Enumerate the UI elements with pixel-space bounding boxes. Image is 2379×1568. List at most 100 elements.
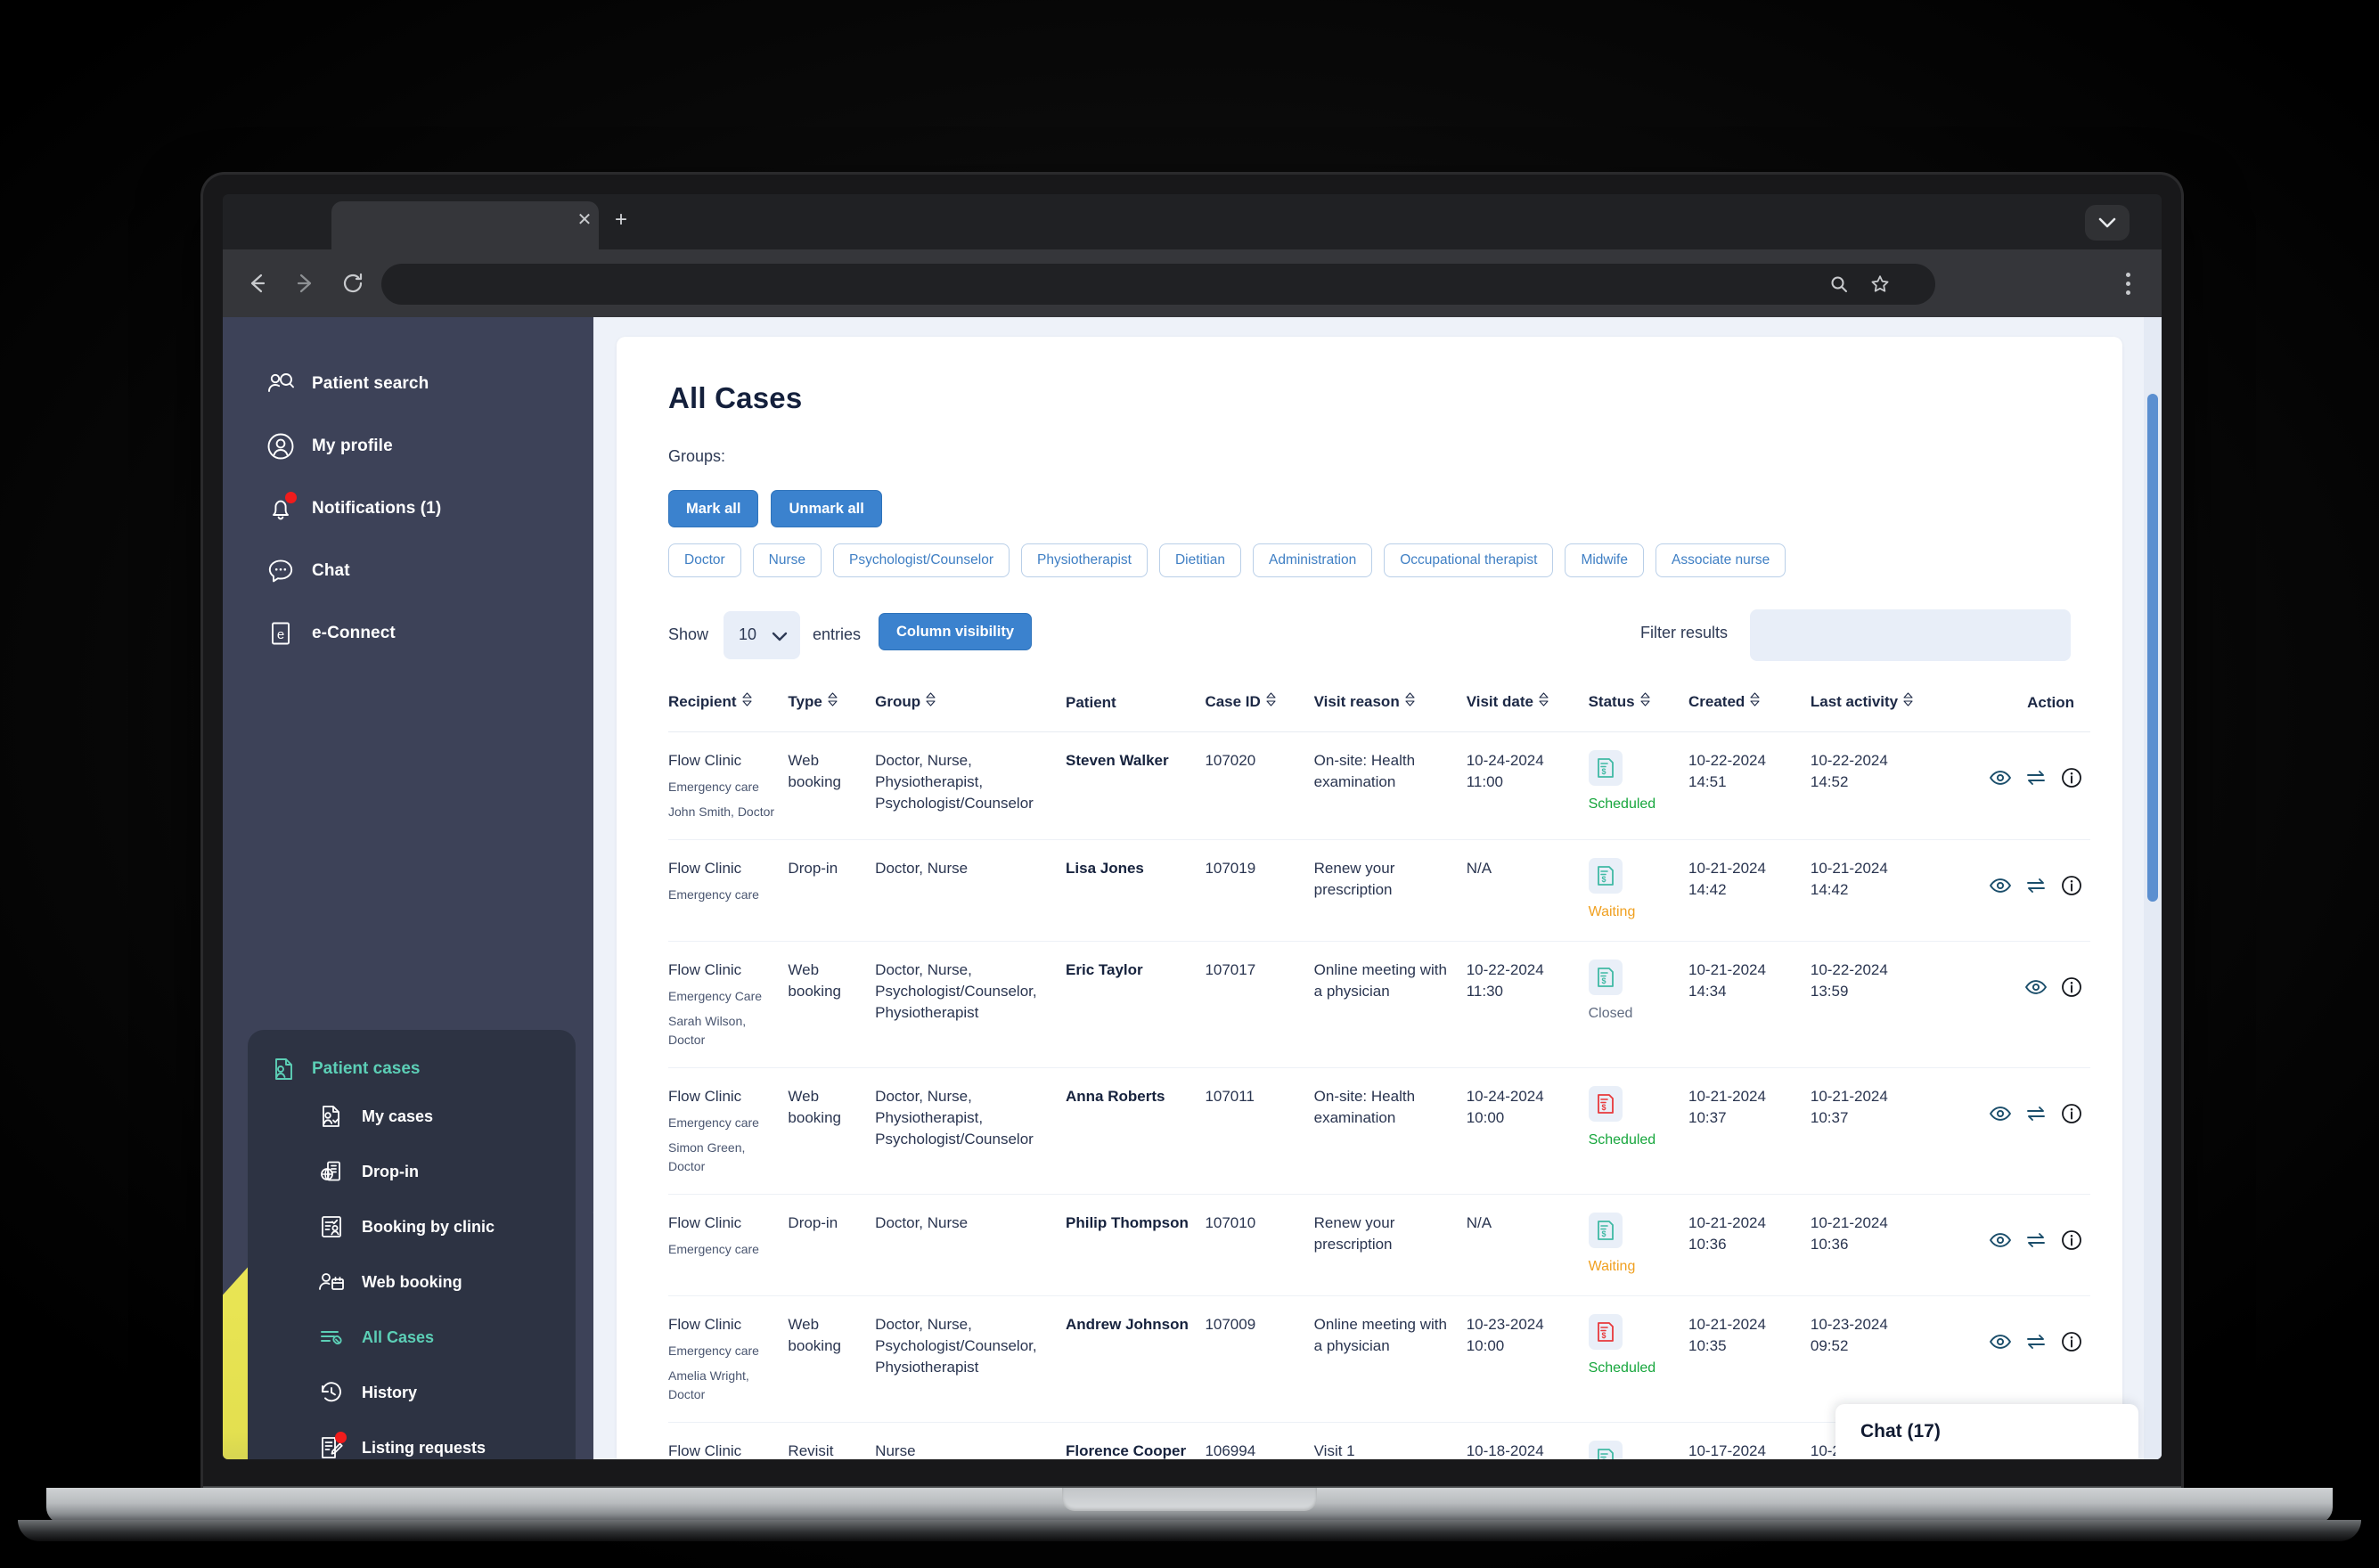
group-tag-administration[interactable]: Administration [1252,543,1373,577]
sidebar-item-web-booking[interactable]: Web booking [248,1254,576,1310]
column-header-group[interactable]: Group [875,691,1066,732]
column-header-visit-date[interactable]: Visit date [1467,691,1589,732]
sidebar-item-e-connect[interactable]: e e-Connect [223,602,593,665]
group-tag-physiotherapist[interactable]: Physiotherapist [1021,543,1148,577]
table-row[interactable]: Flow Clinic Emergency care Drop-in Doctor, … [668,1194,2090,1296]
svg-text:$: $ [1601,767,1606,776]
sidebar-item-chat[interactable]: Chat [223,540,593,602]
cases-table-wrapper: Recipient Type Group Patient Case ID Vis… [668,691,2090,1459]
cell-patient: Eric Taylor [1066,940,1206,1068]
transfer-icon[interactable] [2024,1102,2048,1125]
table-row[interactable]: Flow Clinic Emergency Care Sarah Wilson, D… [668,940,2090,1068]
sidebar-item-booking-by-clinic[interactable]: Booking by clinic [248,1199,576,1254]
cell-recipient: Flow Clinic Emergency care [668,1194,789,1296]
table-row[interactable]: Flow Clinic Emergency care John Smith, Doc… [668,731,2090,840]
cell-status: $ Scheduled [1588,1294,1688,1423]
sidebar-subitem-label: Drop-in [362,1162,419,1180]
eye-icon[interactable] [1989,1229,2012,1252]
info-icon[interactable] [2060,766,2083,789]
status-badge: Scheduled [1588,1360,1656,1376]
reload-icon[interactable] [335,265,371,301]
group-tag-dietitian[interactable]: Dietitian [1158,543,1241,577]
sidebar-item-history[interactable]: History [248,1365,576,1420]
browser-tab[interactable] [331,201,599,249]
kebab-menu-icon[interactable] [2113,269,2142,298]
cell-group: Doctor, Nurse, Physiotherapist, Psycholo… [875,1066,1067,1195]
sort-icon [1749,691,1761,712]
column-header-status[interactable]: Status [1589,691,1688,732]
group-tag-occupational-therapist[interactable]: Occupational therapist [1384,543,1554,577]
column-header-created[interactable]: Created [1688,691,1811,732]
cases-table: Recipient Type Group Patient Case ID Vis… [668,691,2090,1459]
notification-badge [335,1432,347,1443]
group-tag-associate-nurse[interactable]: Associate nurse [1655,543,1786,577]
entries-per-page-select[interactable]: 10 [724,611,800,659]
group-tag-midwife[interactable]: Midwife [1565,543,1644,577]
chevron-down-icon[interactable] [2085,205,2130,241]
mark-all-button[interactable]: Mark all [668,490,759,527]
group-tag-nurse[interactable]: Nurse [752,543,822,577]
user-calendar-icon [317,1268,346,1296]
sidebar-item-listing-requests[interactable]: Listing requests [248,1420,576,1459]
filter-results-label: Filter results [1639,624,1728,641]
back-arrow-icon[interactable] [239,265,274,301]
column-header-visit-reason[interactable]: Visit reason [1314,691,1467,732]
column-header-last-activity[interactable]: Last activity [1811,691,1943,732]
page-scrollbar-thumb[interactable] [2147,394,2158,902]
status-badge: Waiting [1588,1259,1636,1275]
column-header-recipient[interactable]: Recipient [668,691,788,732]
sidebar-item-drop-in[interactable]: Drop-in [248,1144,576,1199]
sidebar-item-all-cases[interactable]: All Cases [248,1310,576,1365]
filter-results-input[interactable] [1750,609,2071,661]
eye-icon[interactable] [1989,1330,2012,1353]
info-icon[interactable] [2060,1330,2083,1353]
info-icon[interactable] [2060,1102,2083,1125]
transfer-icon[interactable] [2024,1229,2048,1252]
table-row[interactable]: Flow Clinic Emergency care Simon Green, Do… [668,1066,2090,1195]
eye-icon [1990,1107,2011,1121]
globe-clipboard-icon [317,1157,346,1186]
url-bar[interactable] [381,264,1935,305]
chat-widget[interactable]: Chat (17) [1835,1404,2138,1459]
info-icon [2062,976,2081,997]
transfer-icon[interactable] [2024,874,2048,897]
cell-recipient: Flow ClinicAkutsjukvårdAlan Harries, Doc… [668,1421,789,1459]
eye-icon[interactable] [1989,766,2012,789]
page-scrollbar-track[interactable] [2144,317,2162,1459]
clipboard-user-icon [317,1213,346,1241]
sidebar-item-patient-search[interactable]: Patient search [223,353,593,415]
eye-icon[interactable] [1989,874,2012,897]
sidebar-item-patient-cases[interactable]: Patient cases [248,1049,576,1089]
close-icon[interactable]: ✕ [574,209,595,231]
forward-arrow-icon[interactable] [287,265,323,301]
eye-icon[interactable] [1989,1102,2012,1125]
column-visibility-button[interactable]: Column visibility [879,613,1033,650]
column-header-type[interactable]: Type [788,691,875,732]
info-icon[interactable] [2060,874,2083,897]
cell-visit-reason: Renew your prescription [1313,1194,1467,1296]
transfer-icon[interactable] [2024,1330,2048,1353]
search-icon[interactable] [1828,274,1850,295]
info-icon[interactable] [2060,1229,2083,1252]
transfer-icon[interactable] [2024,766,2048,789]
group-tag-doctor[interactable]: Doctor [668,543,741,577]
transfer-icon [2027,1334,2045,1349]
group-tag-psychologist-counselor[interactable]: Psychologist/Counselor [833,543,1010,577]
status-document-icon: $ [1588,1213,1623,1249]
cell-status: $ Scheduled [1588,1066,1688,1195]
star-icon[interactable] [1869,274,1891,295]
plus-icon[interactable]: + [609,208,633,232]
sidebar-item-my-cases[interactable]: My cases [248,1089,576,1144]
info-icon[interactable] [2060,976,2083,999]
cell-status: $Closed [1588,1421,1688,1459]
transfer-icon [2027,878,2045,894]
sidebar-item-notifications[interactable]: Notifications (1) [223,478,593,540]
sidebar-collapse-handle[interactable] [583,1150,593,1275]
clock-history-icon [317,1378,346,1407]
table-row[interactable]: Flow Clinic Emergency care Drop-in Doctor, … [668,839,2090,942]
unmark-all-button[interactable]: Unmark all [771,490,882,527]
sidebar-item-my-profile[interactable]: My profile [223,415,593,478]
column-header-case-id[interactable]: Case ID [1205,691,1313,732]
cell-group: Doctor, Nurse [875,1194,1067,1296]
eye-icon[interactable] [2024,976,2048,999]
